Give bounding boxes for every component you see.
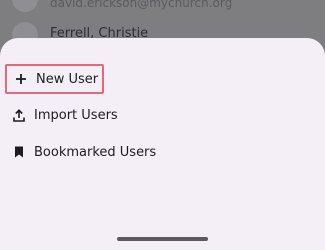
import-users-label: Import Users: [34, 107, 118, 123]
plus-icon: [14, 72, 28, 86]
import-users-button[interactable]: Import Users: [12, 102, 118, 128]
bookmarked-users-label: Bookmarked Users: [34, 144, 157, 160]
list-item: Ferrell, Christie: [0, 0, 325, 48]
upload-icon: [12, 108, 26, 122]
bookmark-icon: [12, 145, 26, 159]
bookmarked-users-button[interactable]: Bookmarked Users: [12, 139, 156, 165]
home-indicator: [117, 237, 208, 241]
new-user-label: New User: [36, 71, 99, 87]
new-user-button[interactable]: New User: [5, 64, 104, 94]
